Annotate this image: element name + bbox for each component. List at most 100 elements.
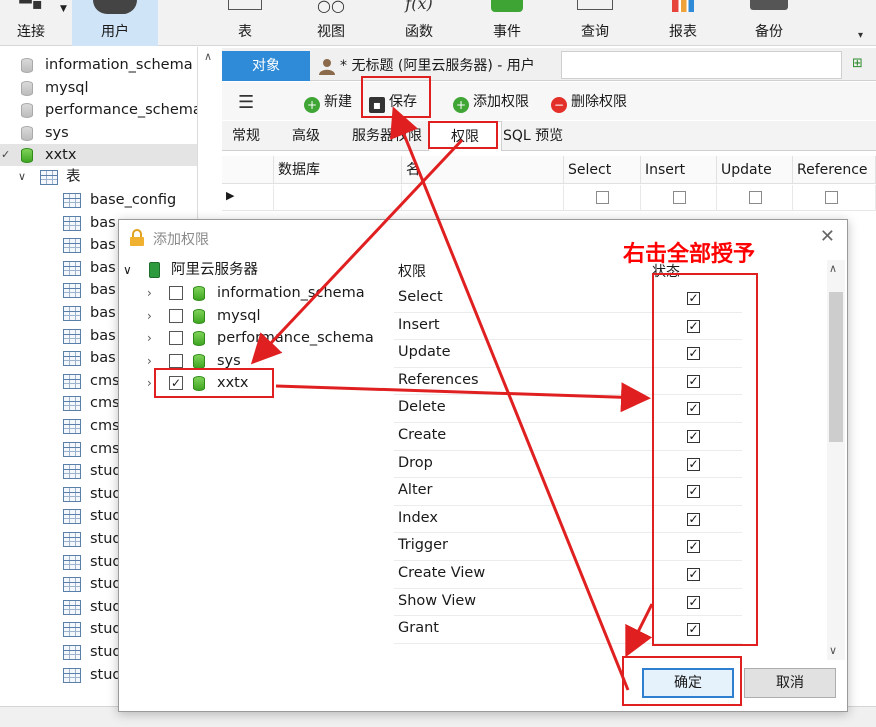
delete-privilege-button[interactable]: − 删除权限 bbox=[551, 91, 627, 113]
grid-cell-database[interactable] bbox=[274, 185, 402, 211]
backup-icon bbox=[750, 0, 788, 10]
column-header-select: Select bbox=[564, 156, 641, 184]
checkbox[interactable] bbox=[169, 353, 183, 368]
close-icon[interactable]: ✕ bbox=[820, 226, 835, 247]
chevron-right-icon[interactable]: › bbox=[147, 282, 152, 304]
table-icon bbox=[63, 441, 81, 457]
toolbar-connect[interactable]: ▀▪ 连接 bbox=[0, 0, 62, 46]
tab-search-field[interactable] bbox=[561, 51, 842, 79]
checkbox[interactable] bbox=[169, 331, 183, 345]
tree-table-label: bas bbox=[90, 214, 116, 231]
tree-db-xxtx[interactable]: ✓ xxtx bbox=[0, 144, 197, 166]
chevron-right-icon[interactable]: › bbox=[147, 350, 152, 372]
database-icon bbox=[21, 81, 33, 96]
chevron-down-icon[interactable]: ∨ bbox=[829, 644, 837, 657]
grid-cell-insert[interactable] bbox=[641, 185, 717, 211]
grid-cell-reference[interactable] bbox=[793, 185, 876, 211]
new-button[interactable]: + 新建 bbox=[304, 91, 352, 113]
permission-name: Index bbox=[398, 509, 438, 526]
table-icon bbox=[63, 554, 81, 570]
dialog-tree-server[interactable]: ∨ 阿里云服务器 bbox=[119, 259, 389, 281]
dialog-db-item[interactable]: › information_schema bbox=[119, 282, 389, 304]
column-header-update: Update bbox=[717, 156, 793, 184]
tree-db-information-schema[interactable]: information_schema bbox=[0, 54, 197, 76]
annotation-box-ok bbox=[622, 656, 742, 706]
grid-cell-update[interactable] bbox=[717, 185, 793, 211]
scrollbar-thumb[interactable] bbox=[829, 292, 843, 442]
tree-table-label: base_config bbox=[90, 192, 177, 208]
table-icon bbox=[63, 396, 81, 412]
checkbox[interactable] bbox=[596, 191, 609, 204]
grid-cell-name[interactable] bbox=[402, 185, 564, 211]
tree-db-sys[interactable]: sys bbox=[0, 122, 197, 144]
chevron-right-icon[interactable]: › bbox=[147, 372, 152, 394]
database-icon bbox=[21, 148, 33, 163]
annotation-box-xxtx bbox=[154, 368, 274, 398]
checkbox[interactable] bbox=[169, 308, 183, 323]
tab-server-privileges[interactable]: 服务器权限 bbox=[352, 121, 422, 151]
dialog-title: 添加权限 bbox=[153, 232, 209, 248]
toolbar-view[interactable]: ○○ 视图 bbox=[298, 0, 364, 46]
chevron-down-icon[interactable]: ∨ bbox=[18, 166, 26, 188]
grid-cell-select[interactable] bbox=[564, 185, 641, 211]
chevron-right-icon[interactable]: › bbox=[147, 305, 152, 327]
tree-db-performance-schema[interactable]: performance_schema bbox=[0, 99, 197, 121]
chevron-down-icon[interactable]: ∨ bbox=[123, 259, 132, 281]
tab-sql-preview[interactable]: SQL 预览 bbox=[503, 121, 563, 151]
tab-user-editor[interactable]: * 无标题 (阿里云服务器) - 用户 bbox=[314, 51, 556, 81]
dialog-db-item[interactable]: › performance_schema bbox=[119, 327, 389, 349]
toolbar-user[interactable]: 用户 bbox=[72, 0, 158, 46]
toolbar-overflow-icon[interactable]: ▾ bbox=[858, 30, 863, 41]
tree-table-label: stud bbox=[90, 463, 122, 480]
event-icon bbox=[491, 0, 523, 12]
tree-db-mysql[interactable]: mysql bbox=[0, 77, 197, 99]
toolbar-function[interactable]: f(x) 函数 bbox=[386, 0, 452, 46]
tree-table-label: bas bbox=[90, 282, 116, 299]
chevron-up-icon[interactable]: ∧ bbox=[199, 50, 217, 68]
menu-icon[interactable]: ☰ bbox=[238, 92, 254, 113]
permission-name: Select bbox=[398, 289, 443, 305]
checkbox[interactable] bbox=[749, 191, 762, 204]
privileges-grid: 数据库 名 Select Insert Update Reference ▶ bbox=[222, 156, 876, 216]
tab-general[interactable]: 常规 bbox=[232, 121, 260, 151]
toolbar-table[interactable]: 表 bbox=[212, 0, 278, 46]
connect-icon: ▀▪ bbox=[19, 0, 43, 13]
chevron-right-icon[interactable]: › bbox=[147, 327, 152, 349]
tree-table-label: cms bbox=[90, 418, 120, 434]
permission-name: Show View bbox=[398, 592, 477, 609]
chevron-down-icon[interactable]: ✓ bbox=[1, 144, 10, 166]
cancel-button[interactable]: 取消 bbox=[744, 668, 836, 698]
database-icon bbox=[193, 286, 205, 301]
row-pointer-icon: ▶ bbox=[226, 189, 235, 202]
toolbar-report[interactable]: 报表 bbox=[650, 0, 716, 46]
tree-table-label: stud bbox=[90, 666, 122, 683]
table-icon bbox=[63, 509, 81, 525]
dialog-scrollbar[interactable]: ∧ ∨ bbox=[827, 260, 845, 660]
editor-sub-tabs: 常规 高级 服务器权限 权限 SQL 预览 bbox=[222, 121, 876, 151]
table-icon bbox=[63, 486, 81, 502]
permission-name: Create bbox=[398, 427, 447, 443]
user-icon bbox=[319, 59, 335, 75]
tree-node-tables[interactable]: ∨ 表 bbox=[0, 166, 197, 188]
toolbar-backup[interactable]: 备份 bbox=[736, 0, 802, 46]
server-icon bbox=[149, 262, 160, 278]
checkbox[interactable] bbox=[169, 286, 183, 300]
checkbox[interactable] bbox=[673, 191, 686, 204]
annotation-box-save bbox=[361, 76, 431, 118]
toolbar-query[interactable]: 查询 bbox=[562, 0, 628, 46]
dialog-db-item[interactable]: › mysql bbox=[119, 305, 389, 327]
report-icon bbox=[672, 0, 694, 12]
tree-table-label: bas bbox=[90, 259, 116, 276]
minus-icon: − bbox=[551, 97, 567, 113]
chevron-down-icon[interactable]: ▼ bbox=[60, 4, 67, 14]
chevron-up-icon[interactable]: ∧ bbox=[829, 262, 837, 275]
database-icon bbox=[21, 103, 33, 118]
add-privilege-button[interactable]: + 添加权限 bbox=[453, 91, 529, 113]
add-object-icon[interactable]: ⊞ bbox=[852, 56, 872, 74]
checkbox[interactable] bbox=[825, 191, 838, 204]
tab-advanced[interactable]: 高级 bbox=[292, 121, 320, 151]
grid-row-header bbox=[222, 156, 274, 184]
tree-table-item[interactable]: base_config bbox=[0, 189, 197, 211]
toolbar-event[interactable]: 事件 bbox=[474, 0, 540, 46]
tab-objects[interactable]: 对象 bbox=[222, 51, 310, 81]
